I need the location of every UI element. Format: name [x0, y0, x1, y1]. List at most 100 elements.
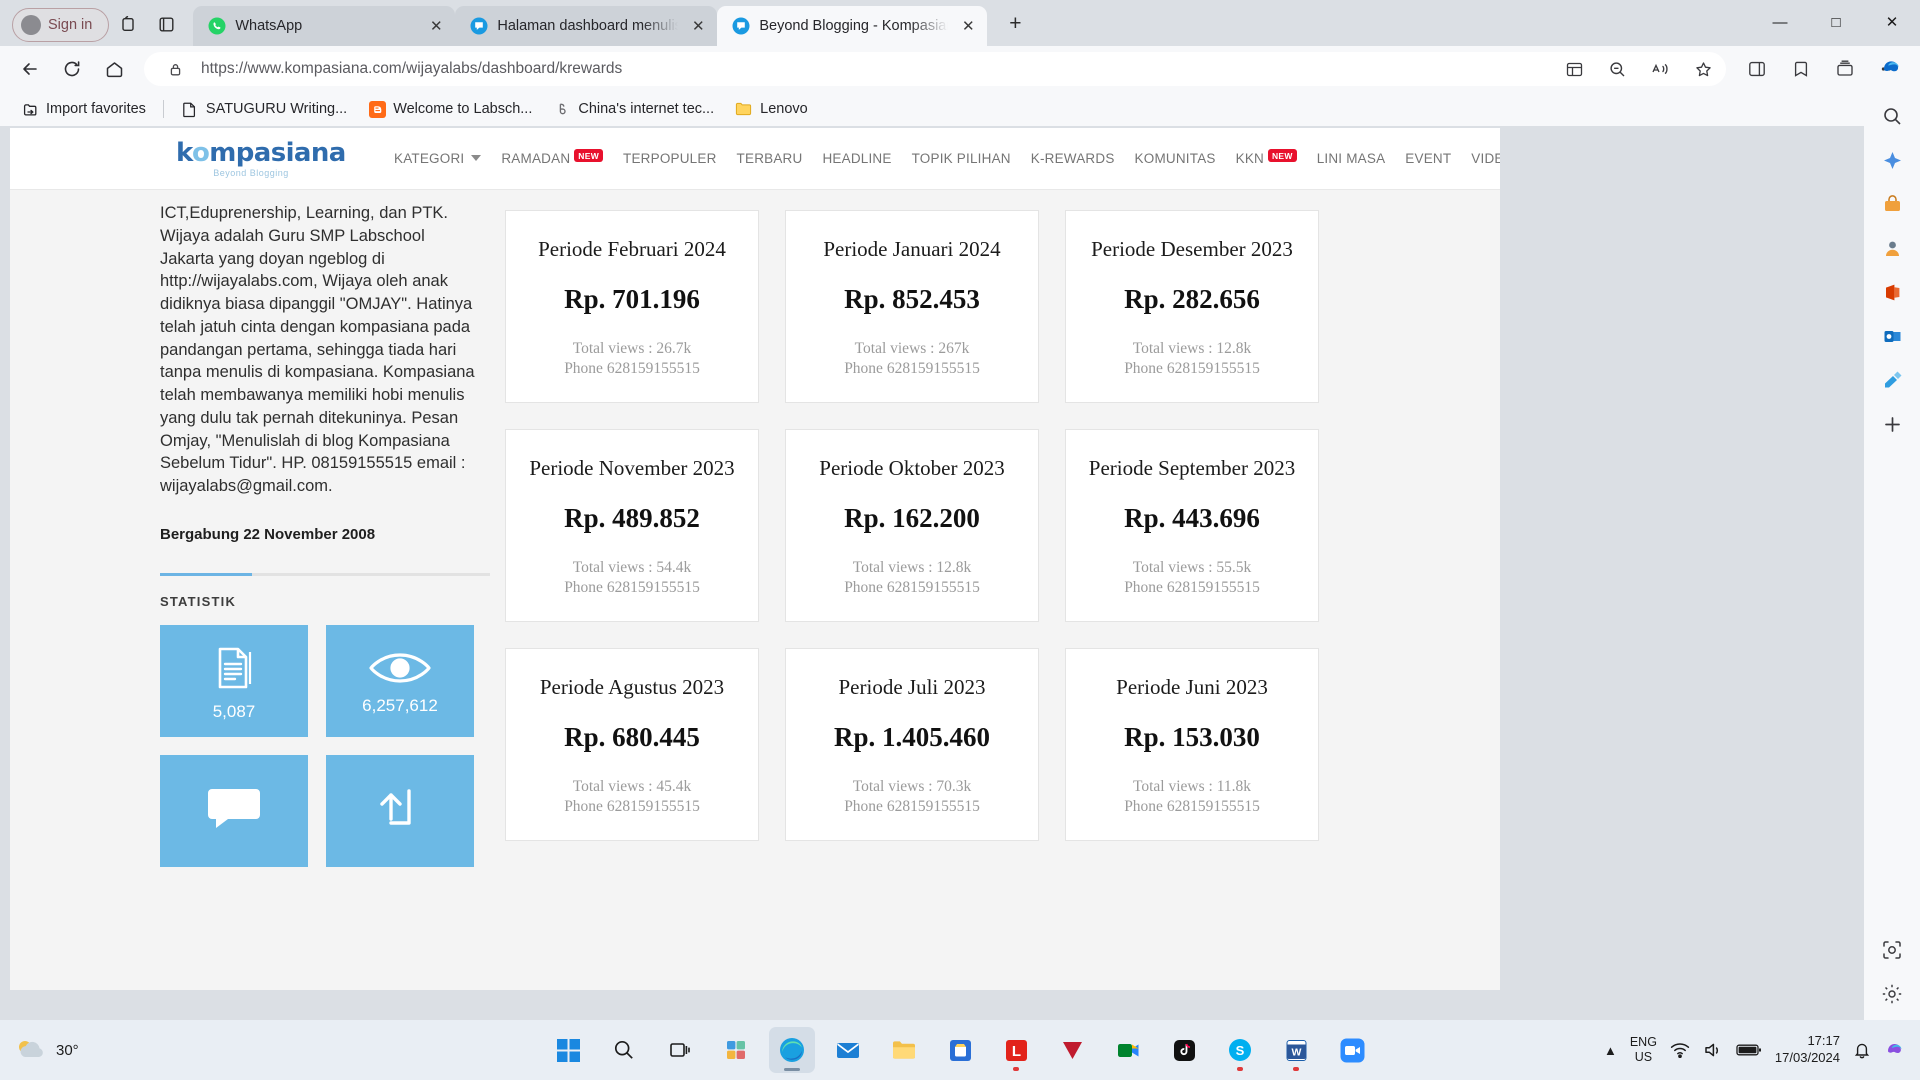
file-explorer-icon[interactable] [881, 1027, 927, 1073]
close-icon[interactable]: ✕ [425, 15, 447, 37]
split-screen-icon[interactable] [1557, 54, 1591, 84]
stat-tile-comments[interactable] [160, 754, 308, 867]
sign-in-button[interactable]: Sign in [12, 8, 110, 42]
nav-item-k-rewards[interactable]: K-REWARDS [1021, 151, 1125, 166]
kompasiana-logo[interactable]: kompasiana Beyond Blogging [176, 140, 346, 178]
favorites-icon[interactable] [1780, 51, 1822, 87]
bookmark-import-favorites[interactable]: Import favorites [12, 96, 155, 122]
volume-icon[interactable] [1703, 1041, 1723, 1059]
start-icon[interactable] [545, 1027, 591, 1073]
collections-icon[interactable] [1824, 51, 1866, 87]
edge-icon[interactable] [769, 1027, 815, 1073]
mail-icon[interactable] [825, 1027, 871, 1073]
search-icon[interactable] [1872, 96, 1912, 136]
krewards-card[interactable]: Periode September 2023 Rp. 443.696 Total… [1065, 428, 1319, 622]
weather-widget[interactable]: 30° [14, 1035, 164, 1065]
krewards-card[interactable]: Periode Februari 2024 Rp. 701.196 Total … [505, 210, 759, 403]
krewards-card[interactable]: Periode November 2023 Rp. 489.852 Total … [505, 428, 759, 622]
nav-item-headline[interactable]: HEADLINE [812, 151, 901, 166]
stat-tile-articles[interactable]: 5,087 [160, 624, 308, 737]
search-icon[interactable] [601, 1027, 647, 1073]
stat-tile-views[interactable]: 6,257,612 [326, 624, 474, 737]
google-meet-icon[interactable] [1105, 1027, 1151, 1073]
nav-item-event[interactable]: EVENT [1395, 151, 1461, 166]
skype-icon[interactable]: S [1217, 1027, 1263, 1073]
wifi-icon[interactable] [1670, 1041, 1690, 1059]
shopping-icon[interactable] [1872, 184, 1912, 224]
krewards-card[interactable]: Periode Januari 2024 Rp. 852.453 Total v… [785, 210, 1039, 403]
discover-icon[interactable] [1872, 140, 1912, 180]
back-icon[interactable] [10, 51, 50, 87]
task-view-icon[interactable] [657, 1027, 703, 1073]
chevron-down-icon [471, 155, 482, 161]
clock[interactable]: 17:17 17/03/2024 [1775, 1033, 1840, 1066]
store-icon[interactable] [937, 1027, 983, 1073]
krewards-card[interactable]: Periode Desember 2023 Rp. 282.656 Total … [1065, 210, 1319, 403]
address-bar[interactable]: https://www.kompasiana.com/wijayalabs/da… [144, 52, 1726, 86]
widgets-icon[interactable] [713, 1027, 759, 1073]
profile-sidebar: ICT,Eduprenership, Learning, dan PTK. Wi… [160, 190, 505, 990]
favorite-star-icon[interactable] [1686, 54, 1720, 84]
system-tray: ▲ ENG US 17:17 17/03/2024 [1604, 1033, 1908, 1066]
tools-icon[interactable] [1872, 360, 1912, 400]
krewards-card[interactable]: Periode Juni 2023 Rp. 153.030 Total view… [1065, 647, 1319, 841]
word-icon[interactable]: W [1273, 1027, 1319, 1073]
bookmark-label: SATUGURU Writing... [205, 101, 348, 117]
stat-value: 5,087 [212, 701, 256, 721]
battery-icon[interactable] [1736, 1042, 1762, 1058]
workspaces-icon[interactable] [109, 5, 147, 43]
copilot-icon[interactable] [1872, 48, 1912, 88]
notifications-icon[interactable] [1853, 1041, 1871, 1059]
close-icon[interactable]: ✕ [687, 15, 709, 37]
sidebar-settings-icon[interactable] [1872, 974, 1912, 1014]
nav-item-topik-pilihan[interactable]: TOPIK PILIHAN [902, 151, 1021, 166]
page-viewport: kompasiana Beyond Blogging KATEGORI RAMA… [10, 128, 1500, 990]
nav-item-video[interactable]: VIDEO [1461, 151, 1500, 166]
maximize-button[interactable]: □ [1808, 0, 1864, 44]
bookmark-welcome-labschool[interactable]: Welcome to Labsch... [359, 96, 541, 122]
krewards-card[interactable]: Periode Agustus 2023 Rp. 680.445 Total v… [505, 647, 759, 841]
copilot-taskbar-icon[interactable] [1884, 1038, 1908, 1062]
close-icon[interactable]: ✕ [957, 15, 979, 37]
nav-item-kkn[interactable]: KKN NEW [1226, 149, 1307, 166]
outlook-icon[interactable] [1872, 316, 1912, 356]
minimize-button[interactable]: — [1752, 0, 1808, 44]
screenshot-icon[interactable] [1872, 930, 1912, 970]
tab-whatsapp[interactable]: WhatsApp ✕ [193, 6, 456, 46]
nav-item-kategori[interactable]: KATEGORI [384, 151, 491, 166]
nav-item-terpopuler[interactable]: TERPOPULER [613, 151, 727, 166]
edge-sidebar [1864, 92, 1920, 1020]
krewards-card[interactable]: Periode Oktober 2023 Rp. 162.200 Total v… [785, 428, 1039, 622]
stat-tile-shares[interactable] [326, 754, 474, 867]
nav-item-komunitas[interactable]: KOMUNITAS [1125, 151, 1226, 166]
read-aloud-icon[interactable] [1643, 54, 1677, 84]
add-sidebar-icon[interactable] [1872, 404, 1912, 444]
nav-item-terbaru[interactable]: TERBARU [727, 151, 813, 166]
tab-actions-icon[interactable] [147, 5, 185, 43]
mcafee-icon[interactable] [1049, 1027, 1095, 1073]
language-indicator[interactable]: ENG US [1630, 1035, 1657, 1065]
tab-beyond-blogging[interactable]: Beyond Blogging - Kompasiana.c ✕ [717, 6, 988, 46]
window-controls: — □ ✕ [1752, 0, 1920, 44]
zoom-icon[interactable] [1329, 1027, 1375, 1073]
card-period: Periode Oktober 2023 [819, 455, 1005, 480]
close-window-button[interactable]: ✕ [1864, 0, 1920, 44]
tab-halaman-dashboard[interactable]: Halaman dashboard menulis - Ko ✕ [455, 6, 718, 46]
nav-item-ramadan[interactable]: RAMADAN NEW [491, 149, 613, 166]
show-hidden-icons-icon[interactable]: ▲ [1604, 1043, 1617, 1058]
tiktok-icon[interactable] [1161, 1027, 1207, 1073]
home-icon[interactable] [94, 51, 134, 87]
nav-label: KATEGORI [394, 151, 465, 166]
nav-item-lini-masa[interactable]: LINI MASA [1307, 151, 1396, 166]
zoom-out-icon[interactable] [1600, 54, 1634, 84]
lenovo-icon[interactable]: L [993, 1027, 1039, 1073]
browser-essentials-icon[interactable] [1736, 51, 1778, 87]
bookmark-satuguru[interactable]: SATUGURU Writing... [172, 96, 356, 122]
krewards-card[interactable]: Periode Juli 2023 Rp. 1.405.460 Total vi… [785, 647, 1039, 841]
bookmark-lenovo-folder[interactable]: Lenovo [726, 96, 817, 122]
games-icon[interactable] [1872, 228, 1912, 268]
refresh-icon[interactable] [52, 51, 92, 87]
bookmark-chinas-internet[interactable]: China's internet tec... [544, 96, 723, 122]
new-tab-button[interactable]: + [997, 6, 1033, 42]
office-icon[interactable] [1872, 272, 1912, 312]
